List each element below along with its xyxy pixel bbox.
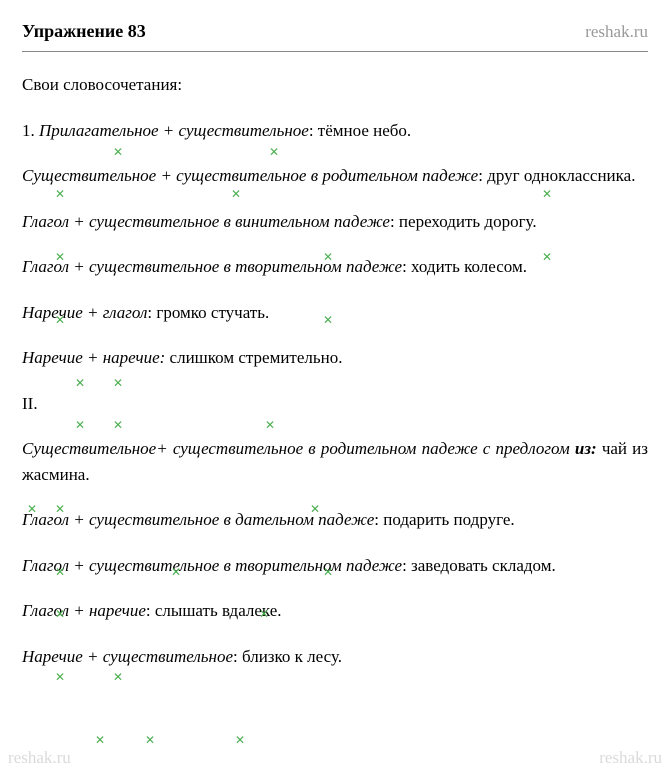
pattern-text: Глагол + существительное в винительном п… — [22, 212, 390, 231]
pattern-text: Глагол + существительное в дательном пад… — [22, 510, 374, 529]
item-1-6: Наречие + наречие: слишком стремительно. — [22, 345, 648, 371]
item-1-5: Наречие + глагол: громко стучать. — [22, 300, 648, 326]
example-text: : подарить подруге. — [374, 510, 514, 529]
header-row: Упражнение 83 reshak.ru — [22, 18, 648, 52]
green-x-mark: ✕ — [145, 731, 155, 749]
example-text: слишком стремительно. — [165, 348, 342, 367]
item-2-1: Существительное+ существительное в родит… — [22, 436, 648, 487]
intro-text: Свои словосочетания: — [22, 72, 648, 98]
example-text: : близко к лесу. — [233, 647, 342, 666]
green-x-mark: ✕ — [55, 668, 65, 686]
green-x-mark: ✕ — [75, 416, 85, 434]
pattern-text: Существительное+ существительное в родит… — [22, 439, 575, 458]
pattern-text: Существительное + существительное в роди… — [22, 166, 478, 185]
green-x-mark: ✕ — [113, 143, 123, 161]
pattern-text: Наречие + наречие: — [22, 348, 165, 367]
item-2-3: Глагол + существительное в творительном … — [22, 553, 648, 579]
example-text: : заведовать складом. — [402, 556, 556, 575]
watermark-bottom-right: reshak.ru — [599, 745, 662, 771]
example-text: : переходить дорогу. — [390, 212, 537, 231]
example-text: : друг одноклассника. — [478, 166, 635, 185]
item-2-4: Глагол + наречие: слышать вдалеке. — [22, 598, 648, 624]
green-x-mark: ✕ — [95, 731, 105, 749]
green-x-mark: ✕ — [113, 668, 123, 686]
example-text: : громко стучать. — [147, 303, 269, 322]
green-x-mark: ✕ — [75, 374, 85, 392]
pattern-text: Глагол + существительное в творительном … — [22, 556, 402, 575]
watermark-bottom-left: reshak.ru — [8, 745, 71, 771]
item-2-2: Глагол + существительное в дательном пад… — [22, 507, 648, 533]
green-x-mark: ✕ — [269, 143, 279, 161]
item-1-1: 1. Прилагательное + существительное: тём… — [22, 118, 648, 144]
section-2-label: II. — [22, 391, 648, 417]
item-1-3: Глагол + существительное в винительном п… — [22, 209, 648, 235]
pattern-text: Наречие + существительное — [22, 647, 233, 666]
pattern-text: Наречие + глагол — [22, 303, 147, 322]
green-x-mark: ✕ — [113, 374, 123, 392]
example-text: : слышать вдалеке. — [146, 601, 282, 620]
page-title: Упражнение 83 — [22, 18, 146, 45]
bold-text: из: — [575, 439, 597, 458]
item-2-5: Наречие + существительное: близко к лесу… — [22, 644, 648, 670]
pattern-text: Прилагательное + существительное — [39, 121, 309, 140]
example-text: : ходить колесом. — [402, 257, 527, 276]
green-x-mark: ✕ — [235, 731, 245, 749]
green-x-mark: ✕ — [113, 416, 123, 434]
item-1-4: Глагол + существительное в творительном … — [22, 254, 648, 280]
example-text: : тёмное небо. — [309, 121, 411, 140]
pattern-text: Глагол + существительное в творительном … — [22, 257, 402, 276]
pattern-text: Глагол + наречие — [22, 601, 146, 620]
section1-prefix: 1. — [22, 121, 39, 140]
item-1-2: Существительное + существительное в роди… — [22, 163, 648, 189]
green-x-mark: ✕ — [265, 416, 275, 434]
header-url: reshak.ru — [585, 19, 648, 45]
